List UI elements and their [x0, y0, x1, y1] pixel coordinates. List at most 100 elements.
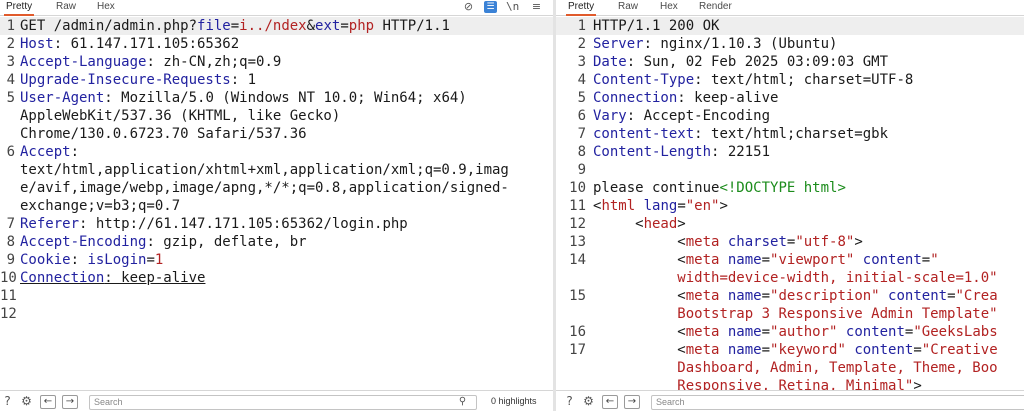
- code-token: <: [593, 342, 686, 358]
- code-token: : nginx/1.10.3 (Ubuntu): [643, 36, 838, 52]
- line-text: GET /admin/admin.php?file=i../ndex&ext=p…: [20, 17, 450, 35]
- code-line: 5 Connection: keep-alive: [556, 89, 1024, 107]
- gear-icon[interactable]: ⚙: [582, 395, 595, 408]
- code-line: 1 HTTP/1.1 200 OK: [556, 17, 1024, 35]
- line-number: 5: [577, 90, 586, 106]
- code-token: : 22151: [711, 144, 771, 160]
- code-token: content: [854, 342, 914, 358]
- code-token: width=device-width, initial-scale=1.0": [677, 270, 998, 286]
- request-search-bar: ? ⚙ ← → Search ⚲ 0 highlights: [0, 390, 553, 411]
- code-token: e/avif,image/webp,image/apng,*/*;q=0.8,a…: [20, 180, 509, 196]
- code-line: 3 Date: Sun, 02 Feb 2025 03:09:03 GMT: [556, 53, 1024, 71]
- code-line: 15 <meta name="description" content="Cre…: [556, 287, 1024, 305]
- code-line: Bootstrap 3 Responsive Admin Template": [556, 305, 1024, 323]
- response-tab-hex[interactable]: Hex: [660, 0, 678, 15]
- line-number: 17: [569, 342, 586, 358]
- response-editor[interactable]: 1 HTTP/1.1 200 OK 2 Server: nginx/1.10.3 (U…: [556, 17, 1024, 391]
- code-token: Upgrade-Insecure-Requests: [20, 72, 231, 88]
- eye-off-icon[interactable]: ⊘: [462, 1, 475, 13]
- line-text: text/html,application/xhtml+xml,applicat…: [20, 161, 509, 179]
- line-number: 10: [0, 270, 17, 286]
- response-search-input[interactable]: Search: [651, 395, 1024, 410]
- line-text: Connection: keep-alive: [593, 89, 778, 107]
- code-line: 7 Referer: http://61.147.171.105:65362/lo…: [0, 215, 553, 233]
- request-tab-pretty[interactable]: Pretty: [3, 0, 35, 16]
- code-line: 6 Vary: Accept-Encoding: [556, 107, 1024, 125]
- line-text: content-text: text/html;charset=gbk: [593, 125, 888, 143]
- request-tab-hex[interactable]: Hex: [97, 0, 115, 15]
- code-token: meta: [685, 252, 720, 268]
- code-line: 2 Host: 61.147.171.105:65362: [0, 35, 553, 53]
- line-number: 13: [569, 234, 586, 250]
- help-icon[interactable]: ?: [1, 395, 14, 408]
- menu-icon[interactable]: ≡: [530, 1, 543, 13]
- code-line: 17 <meta name="keyword" content="Creativ…: [556, 341, 1024, 359]
- code-token: :: [70, 144, 80, 160]
- code-token: &: [306, 18, 316, 34]
- code-token: <: [593, 288, 686, 304]
- code-token: charset: [727, 234, 787, 250]
- code-token: Accept-Encoding: [20, 234, 147, 250]
- response-tab-render[interactable]: Render: [699, 0, 732, 15]
- line-number: 6: [577, 108, 586, 124]
- line-text: Content-Type: text/html; charset=UTF-8: [593, 71, 913, 89]
- code-token: isLogin: [87, 252, 147, 268]
- response-tab-pretty[interactable]: Pretty: [565, 0, 597, 16]
- help-icon[interactable]: ?: [563, 395, 576, 408]
- code-token: head: [643, 216, 678, 232]
- prev-match-button[interactable]: ←: [40, 395, 56, 409]
- code-line: 16 <meta name="author" content="GeeksLab…: [556, 323, 1024, 341]
- code-token: "utf-8": [795, 234, 855, 250]
- line-text: Responsive, Retina, Minimal">: [593, 377, 921, 391]
- line-number: 7: [6, 216, 15, 232]
- pretty-format-icon[interactable]: ☰: [484, 1, 497, 13]
- line-text: AppleWebKit/537.36 (KHTML, like Gecko): [20, 107, 340, 125]
- response-tab-raw[interactable]: Raw: [618, 0, 638, 15]
- next-match-button[interactable]: →: [624, 395, 640, 409]
- code-token: i../ndex: [239, 18, 307, 34]
- prev-match-button[interactable]: ←: [602, 395, 618, 409]
- line-number: 8: [577, 144, 586, 160]
- code-token: HTTP/1.1: [374, 18, 450, 34]
- code-token: "author": [770, 324, 838, 340]
- request-editor[interactable]: 1 GET /admin/admin.php?file=i../ndex&ext=…: [0, 17, 553, 391]
- code-token: meta: [685, 342, 720, 358]
- line-text: Accept-Language: zh-CN,zh;q=0.9: [20, 53, 281, 71]
- code-token: content-text: [593, 126, 695, 142]
- line-text: <head>: [593, 215, 686, 233]
- code-token: <!DOCTYPE html>: [719, 180, 846, 196]
- gear-icon[interactable]: ⚙: [20, 395, 33, 408]
- code-line: width=device-width, initial-scale=1.0": [556, 269, 1024, 287]
- code-token: Chrome/130.0.6723.70 Safari/537.36: [20, 126, 307, 142]
- next-match-button[interactable]: →: [62, 395, 78, 409]
- newline-toggle-icon[interactable]: \n: [506, 1, 519, 13]
- code-token: <: [593, 324, 686, 340]
- line-number: 2: [6, 36, 15, 52]
- highlights-count: 0 highlights: [491, 396, 537, 406]
- response-pane: Pretty Raw Hex Render 1 HTTP/1.1 200 OK 2 S…: [556, 0, 1024, 411]
- code-token: Server: [593, 36, 644, 52]
- code-token: :: [70, 252, 88, 268]
- request-search-input[interactable]: Search: [89, 395, 477, 410]
- code-line: 12: [0, 305, 553, 323]
- code-token: Content-Length: [593, 144, 712, 160]
- code-token: ": [930, 252, 939, 268]
- line-text: Dashboard, Admin, Template, Theme, Boo: [593, 359, 997, 377]
- response-tabbar: Pretty Raw Hex Render: [556, 0, 1024, 16]
- code-line: AppleWebKit/537.36 (KHTML, like Gecko): [0, 107, 553, 125]
- code-line: e/avif,image/webp,image/apng,*/*;q=0.8,a…: [0, 179, 553, 197]
- line-number: 8: [6, 234, 15, 250]
- code-line: 1 GET /admin/admin.php?file=i../ndex&ext=…: [0, 17, 553, 35]
- request-tab-raw[interactable]: Raw: [56, 0, 76, 15]
- code-token: Accept: [20, 144, 71, 160]
- code-line: 4 Upgrade-Insecure-Requests: 1: [0, 71, 553, 89]
- code-line: 12 <head>: [556, 215, 1024, 233]
- line-number: 2: [577, 36, 586, 52]
- code-line: 13 <meta charset="utf-8">: [556, 233, 1024, 251]
- code-token: =: [761, 342, 771, 358]
